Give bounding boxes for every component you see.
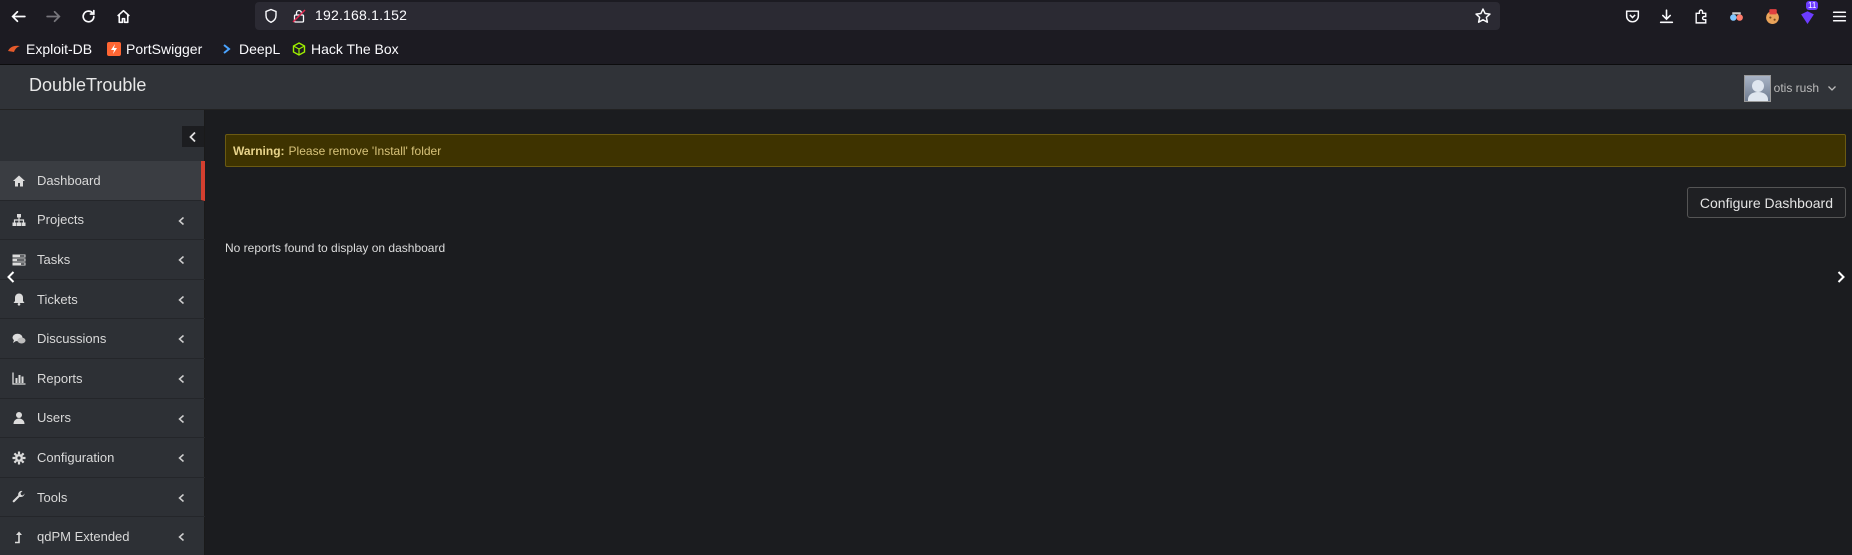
scroll-right-arrow-icon[interactable] — [1835, 270, 1847, 284]
sidebar-item-label: qdPM Extended — [37, 529, 130, 545]
bookmark-label: DeepL — [239, 41, 281, 57]
sidebar-item-label: Users — [37, 410, 71, 426]
level-up-icon — [11, 529, 26, 544]
sidebar-item-tasks[interactable]: Tasks — [0, 240, 205, 280]
app-menu-button[interactable] — [1829, 6, 1849, 26]
cookie-extension[interactable] — [1762, 6, 1782, 26]
app-header: DoubleTrouble otis rush — [0, 65, 1852, 110]
reload-button[interactable] — [72, 0, 104, 33]
wappalyzer-icon — [1800, 10, 1814, 24]
configure-dashboard-button[interactable]: Configure Dashboard — [1686, 187, 1846, 218]
sidebar-item-discussions[interactable]: Discussions — [0, 319, 205, 359]
extensions-button[interactable] — [1691, 6, 1711, 26]
chevron-down-icon — [1828, 86, 1836, 91]
bookmark-portswigger[interactable]: PortSwigger — [107, 39, 202, 59]
user-name: otis rush — [1773, 81, 1819, 95]
sidebar-item-label: Configuration — [37, 449, 115, 465]
chevron-left-icon — [178, 414, 184, 423]
chevron-left-icon — [178, 533, 184, 542]
chevron-left-icon — [189, 131, 196, 142]
bookmarks-toolbar: Exploit-DB PortSwigger DeepL Hack The Bo… — [0, 33, 1852, 65]
sidebar-item-tickets[interactable]: Tickets — [0, 280, 205, 320]
sidebar-item-configuration[interactable]: Configuration — [0, 438, 205, 478]
chevron-left-icon — [178, 454, 184, 463]
home-button[interactable] — [107, 0, 139, 33]
bookmark-star-icon[interactable] — [1474, 7, 1492, 25]
sidebar-item-projects[interactable]: Projects — [0, 201, 205, 241]
url-text[interactable]: 192.168.1.152 — [315, 7, 407, 23]
download-icon — [1659, 8, 1673, 23]
sidebar-item-users[interactable]: Users — [0, 399, 205, 439]
forward-arrow-icon — [45, 10, 61, 23]
chevron-left-icon — [178, 295, 184, 304]
brand-title[interactable]: DoubleTrouble — [29, 75, 146, 96]
bookmark-label: Hack The Box — [311, 41, 399, 57]
sidebar-item-label: Reports — [37, 370, 83, 386]
user-menu[interactable]: otis rush — [1743, 74, 1837, 102]
user-icon — [11, 411, 26, 426]
sidebar-collapse-button[interactable] — [182, 126, 204, 147]
downloads-button[interactable] — [1656, 6, 1676, 26]
sidebar-item-label: Tasks — [37, 251, 71, 267]
pocket-button[interactable] — [1622, 6, 1642, 26]
sidebar-item-label: Tools — [37, 489, 68, 505]
chevron-left-icon — [178, 335, 184, 344]
comments-icon — [11, 331, 26, 346]
deepl-icon — [223, 44, 231, 54]
sitemap-icon — [11, 213, 26, 228]
sidebar-item-label: Projects — [37, 212, 84, 228]
empty-state-message: No reports found to display on dashboard — [225, 241, 446, 255]
bookmark-label: PortSwigger — [126, 41, 203, 57]
tracking-shield-icon[interactable] — [263, 8, 279, 24]
main-content: Warning: Please remove 'Install' folder … — [206, 110, 1852, 555]
sidebar: Dashboard Projects Tasks Tickets Discuss… — [0, 110, 205, 555]
sidebar-item-label: Discussions — [37, 331, 107, 347]
bell-icon — [11, 292, 26, 307]
bookmark-exploit-db[interactable]: Exploit-DB — [7, 39, 92, 59]
warning-label: Warning: — [233, 143, 285, 158]
back-button[interactable] — [2, 0, 34, 33]
home-icon — [116, 9, 130, 24]
portswigger-icon — [107, 42, 121, 56]
sidebar-item-label: Dashboard — [37, 172, 101, 188]
address-bar[interactable]: 192.168.1.152 — [255, 2, 1500, 30]
foxyproxy-extension[interactable] — [1726, 6, 1746, 26]
avatar — [1743, 74, 1771, 102]
tasks-icon — [11, 252, 26, 267]
back-arrow-icon — [10, 10, 26, 23]
hackbar-extension[interactable]: 11 — [1797, 1, 1819, 26]
sidebar-item-label: Tickets — [37, 291, 78, 307]
wrench-icon — [11, 490, 26, 505]
hamburger-icon — [1832, 10, 1846, 22]
forward-button[interactable] — [37, 0, 69, 33]
warning-text: Please remove 'Install' folder — [288, 143, 442, 158]
bar-chart-icon — [11, 371, 26, 386]
exploit-db-icon — [8, 45, 20, 52]
fox-mask-icon — [1729, 11, 1743, 21]
scroll-left-arrow-icon[interactable] — [5, 270, 17, 284]
pocket-icon — [1625, 9, 1639, 23]
chevron-left-icon — [178, 493, 184, 502]
browser-toolbar: 192.168.1.152 11 — [0, 0, 1852, 33]
reload-icon — [81, 9, 95, 23]
extension-badge: 11 — [1806, 1, 1819, 10]
home-icon — [11, 173, 26, 188]
warning-alert: Warning: Please remove 'Install' folder — [225, 134, 1846, 167]
puzzle-icon — [1694, 9, 1706, 24]
bookmark-label: Exploit-DB — [26, 41, 93, 57]
hackthebox-icon — [292, 42, 306, 56]
cookie-icon — [1765, 8, 1779, 24]
bookmark-hack-the-box[interactable]: Hack The Box — [292, 39, 399, 59]
sidebar-item-qdpm-extended[interactable]: qdPM Extended — [0, 517, 205, 555]
sidebar-item-tools[interactable]: Tools — [0, 478, 205, 518]
sidebar-item-dashboard[interactable]: Dashboard — [0, 161, 205, 201]
chevron-left-icon — [178, 374, 184, 384]
gear-icon — [11, 450, 26, 465]
sidebar-item-reports[interactable]: Reports — [0, 359, 205, 399]
chevron-left-icon — [178, 256, 184, 265]
bookmark-deepl[interactable]: DeepL — [220, 39, 280, 59]
insecure-lock-icon[interactable] — [291, 8, 307, 24]
sidebar-menu: Dashboard Projects Tasks Tickets Discuss… — [0, 161, 205, 555]
chevron-left-icon — [178, 216, 184, 225]
